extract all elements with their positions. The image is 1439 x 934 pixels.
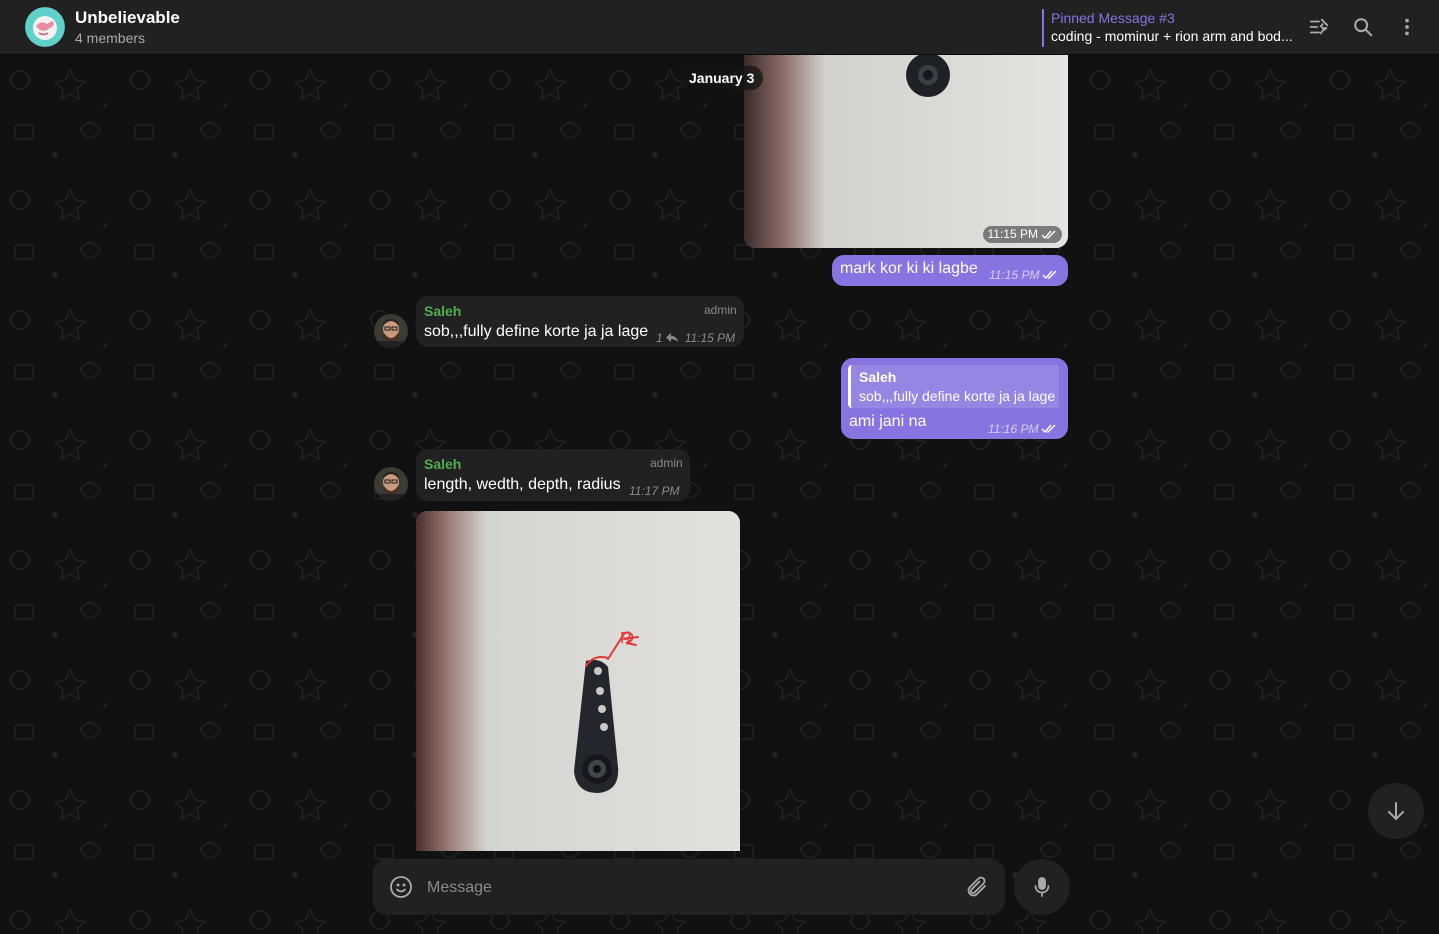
admin-badge: admin (650, 456, 683, 470)
microphone-icon (1034, 877, 1050, 897)
scroll-to-bottom-button[interactable] (1368, 783, 1424, 839)
outgoing-photo-message[interactable]: 11:15 PM (744, 55, 1068, 248)
pinned-list-icon (1309, 18, 1329, 35)
incoming-message[interactable]: Saleh admin sob,,,fully define korte ja … (416, 296, 744, 347)
pinned-list-button[interactable] (1305, 13, 1333, 41)
reply-text: sob,,,fully define korte ja ja lage (859, 388, 1056, 404)
more-button[interactable] (1393, 13, 1421, 41)
pinned-message[interactable]: Pinned Message #3 coding - mominur + rio… (1042, 9, 1294, 47)
incoming-message[interactable]: Saleh admin length, wedth, depth, radius… (416, 449, 690, 501)
reply-count[interactable]: 1 (656, 331, 663, 345)
incoming-photo-message[interactable]: R (416, 511, 740, 851)
message-text: sob,,,fully define korte ja ja lage (424, 323, 649, 340)
photo-image: R (416, 511, 740, 851)
message-timestamp: 11:17 PM (629, 484, 680, 498)
double-check-icon (1041, 424, 1056, 434)
pinned-message-text: coding - mominur + rion arm and bod... (1051, 28, 1293, 44)
emoji-icon (390, 876, 412, 898)
reply-quote[interactable]: Saleh sob,,,fully define korte ja ja lag… (848, 365, 1059, 408)
date-separator: January 3 (680, 66, 764, 90)
outgoing-message[interactable]: mark kor ki ki lagbe 11:15 PM (832, 255, 1068, 286)
group-avatar[interactable] (25, 7, 65, 47)
message-timestamp: 11:16 PM (988, 422, 1057, 436)
message-timestamp: 11:15 PM (989, 268, 1058, 282)
member-count: 4 members (75, 30, 146, 46)
reply-sender: Saleh (859, 369, 897, 385)
admin-badge: admin (704, 303, 737, 317)
chat-header: Unbelievable 4 members Pinned Message #3… (0, 0, 1439, 55)
chat-title[interactable]: Unbelievable (75, 8, 180, 28)
message-text: mark kor ki ki lagbe (840, 260, 978, 277)
message-timestamp: 1 11:15 PM (656, 331, 736, 345)
double-check-icon (1042, 270, 1057, 280)
sender-avatar[interactable] (374, 467, 408, 501)
message-text: ami jani na (849, 413, 927, 430)
emoji-button[interactable] (389, 875, 413, 899)
attach-button[interactable] (965, 875, 989, 899)
message-text: length, wedth, depth, radius (424, 476, 621, 493)
pinned-message-title: Pinned Message #3 (1051, 10, 1175, 26)
message-input[interactable] (425, 875, 949, 901)
sender-avatar[interactable] (374, 314, 408, 348)
message-composer (373, 859, 1005, 915)
search-button[interactable] (1349, 13, 1377, 41)
reply-arrow-icon (665, 333, 678, 342)
voice-record-button[interactable] (1014, 859, 1070, 915)
double-check-icon (1041, 230, 1056, 239)
photo-annotation: R (620, 630, 632, 647)
arrow-down-icon (1388, 802, 1404, 821)
photo-timestamp: 11:15 PM (982, 226, 1062, 243)
sender-name[interactable]: Saleh (424, 456, 461, 472)
photo-image (744, 55, 1068, 248)
sender-name[interactable]: Saleh (424, 303, 461, 319)
paperclip-icon (967, 876, 986, 897)
more-vertical-icon (1405, 18, 1409, 36)
search-icon (1354, 18, 1373, 37)
